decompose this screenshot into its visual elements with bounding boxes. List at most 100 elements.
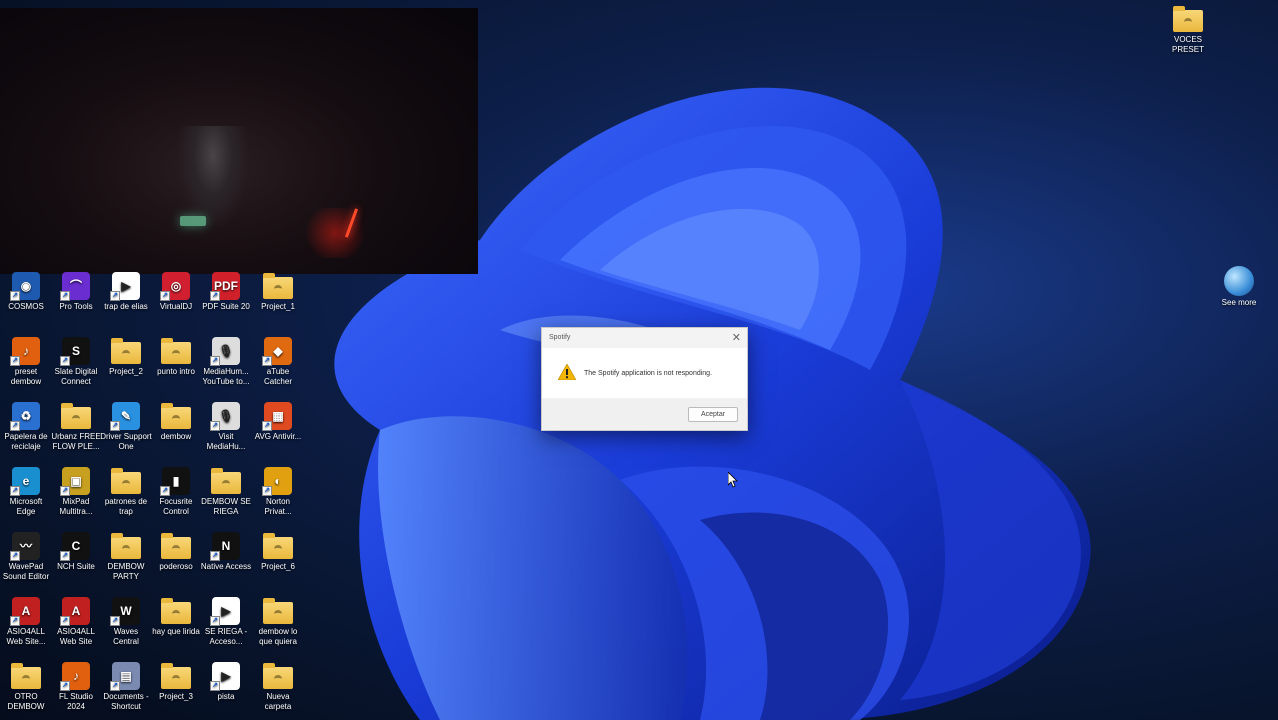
shortcut-arrow-icon: ↗ [60,681,70,691]
app-icon: C ↗ [60,532,92,561]
app-icon: ▤ ↗ [110,662,142,691]
app-icon: N ↗ [210,532,242,561]
desktop-icon[interactable]: e ↗ Microsoft Edge [0,467,52,517]
aceptar-button[interactable]: Aceptar [688,407,738,422]
app-icon: ▶ ↗ [110,272,142,301]
desktop-icon[interactable]: punto intro [150,337,202,377]
shortcut-arrow-icon: ↗ [60,616,70,626]
desktop-icon[interactable]: Project_6 [252,532,304,572]
desktop-icon-label: MixPad Multitra... [59,497,93,516]
desktop-icon-label: Slate Digital Connect [54,367,98,386]
desktop-icon[interactable]: OTRO DEMBOW [0,662,52,712]
app-icon: 🎙 ↗ [210,337,242,366]
desktop-icon[interactable]: ◐ ↗ Norton Privat... [252,467,304,517]
desktop-icon[interactable]: A ↗ ASIO4ALL Web Site [50,597,102,647]
desktop-icon-label: Project_6 [261,562,295,571]
desktop-icon[interactable]: poderoso [150,532,202,572]
shortcut-arrow-icon: ↗ [60,356,70,366]
desktop-icon[interactable]: ▶ ↗ pista [200,662,252,702]
desktop-icon-label: Project_3 [159,692,193,701]
desktop-icon[interactable]: hay que lirida [150,597,202,637]
shortcut-arrow-icon: ↗ [10,356,20,366]
app-icon: ▮ ↗ [160,467,192,496]
desktop-icon[interactable]: ▦ ↗ AVG Antivir... [252,402,304,442]
desktop-icon[interactable]: ▮ ↗ Focusrite Control [150,467,202,517]
desktop-icon-label: VOCES PRESET [1171,35,1204,54]
desktop-icon[interactable]: Project_2 [100,337,152,377]
desktop-icon[interactable]: S ↗ Slate Digital Connect [50,337,102,387]
desktop-icon-label: FL Studio 2024 [59,692,93,711]
desktop-icon[interactable]: ▤ ↗ Documents - Shortcut [100,662,152,712]
shortcut-arrow-icon: ↗ [110,681,120,691]
app-icon: PDF ↗ [210,272,242,301]
desktop-icon-label: aTube Catcher [263,367,292,386]
app-icon: ✎ ↗ [110,402,142,431]
desktop-icon[interactable]: dembow lo que quiera [252,597,304,647]
desktop-icon[interactable]: Urbanz FREE FLOW PLE... [50,402,102,452]
app-icon: W ↗ [110,597,142,626]
desktop-icon[interactable]: Project_1 [252,272,304,312]
app-icon: ◉ ↗ [10,272,42,301]
desktop-icon[interactable]: Project_3 [150,662,202,702]
shortcut-arrow-icon: ↗ [160,291,170,301]
desktop-icon-label: Visit MediaHu... [206,432,246,451]
desktop-icon[interactable]: ▶ ↗ SE RIEGA - Acceso... [200,597,252,647]
desktop-icon[interactable]: dembow [150,402,202,442]
desktop-icon-label: Waves Central [113,627,139,646]
desktop-icon-label: patrones de trap [104,497,148,516]
desktop-icon[interactable]: 〰 ↗ WavePad Sound Editor [0,532,52,582]
app-icon: 🎙 ↗ [210,402,242,431]
desktop-icon[interactable]: patrones de trap [100,467,152,517]
desktop-icon[interactable]: ◉ ↗ COSMOS [0,272,52,312]
desktop-icon[interactable]: C ↗ NCH Suite [50,532,102,572]
desktop-icon-voces-preset[interactable]: VOCES PRESET [1163,6,1213,55]
shortcut-arrow-icon: ↗ [60,291,70,301]
shortcut-arrow-icon: ↗ [110,421,120,431]
desktop-icon[interactable]: DEMBOW PARTY [100,532,152,582]
app-icon: ▦ ↗ [262,402,294,431]
shortcut-arrow-icon: ↗ [262,421,272,431]
desktop-icon[interactable]: PDF ↗ PDF Suite 20 [200,272,252,312]
close-icon[interactable]: ✕ [732,331,741,344]
folder-icon [10,662,42,690]
spotify-error-dialog: Spotify ✕ The Spotify application is not… [541,327,748,431]
desktop-icon[interactable]: W ↗ Waves Central [100,597,152,647]
desktop-icon-label: dembow lo que quiera [258,627,298,646]
desktop-icon-label: MediaHum... YouTube to... [202,367,250,386]
app-icon: ♻ ↗ [10,402,42,431]
desktop-icon-label: pista [217,692,235,701]
app-icon: e ↗ [10,467,42,496]
desktop-icon-label: Urbanz FREE FLOW PLE... [51,432,101,451]
desktop-icon[interactable]: ♻ ↗ Papelera de reciclaje [0,402,52,452]
folder-icon [1173,6,1203,32]
dialog-titlebar: Spotify ✕ [542,328,747,348]
desktop-icon[interactable]: ⌒ ↗ Pro Tools [50,272,102,312]
desktop-icon[interactable]: ♪ ↗ FL Studio 2024 [50,662,102,712]
folder-icon [262,662,294,690]
folder-icon [160,532,192,560]
desktop-icon[interactable]: DEMBOW SE RIEGA [200,467,252,517]
desktop-icon[interactable]: 🎙 ↗ MediaHum... YouTube to... [200,337,252,387]
shortcut-arrow-icon: ↗ [210,421,220,431]
desktop-icon[interactable]: ✎ ↗ Driver Support One [100,402,152,452]
desktop-icon-label: WavePad Sound Editor [2,562,50,581]
app-icon: ▣ ↗ [60,467,92,496]
desktop-icon-label: See more [1221,298,1257,307]
desktop-icon[interactable]: ♪ ↗ preset dembow [0,337,52,387]
desktop-icon[interactable]: N ↗ Native Access [200,532,252,572]
desktop-icon[interactable]: ◎ ↗ VirtualDJ [150,272,202,312]
app-icon: A ↗ [10,597,42,626]
shortcut-arrow-icon: ↗ [10,291,20,301]
desktop-icon[interactable]: ▶ ↗ trap de elias [100,272,152,312]
desktop-icon[interactable]: Nueva carpeta [252,662,304,712]
desktop-icon[interactable]: ◆ ↗ aTube Catcher [252,337,304,387]
desktop-icon-label: ASIO4ALL Web Site... [6,627,46,646]
desktop-icon[interactable]: A ↗ ASIO4ALL Web Site... [0,597,52,647]
desktop-icon[interactable]: ▣ ↗ MixPad Multitra... [50,467,102,517]
desktop-icon[interactable]: 🎙 ↗ Visit MediaHu... [200,402,252,452]
desktop-icon-label: poderoso [159,562,193,571]
folder-icon [262,272,294,300]
desktop-icon-see-more[interactable]: See more [1214,266,1264,308]
desktop-icon-label: Project_2 [109,367,143,376]
desktop-icon-label: OTRO DEMBOW [7,692,45,711]
